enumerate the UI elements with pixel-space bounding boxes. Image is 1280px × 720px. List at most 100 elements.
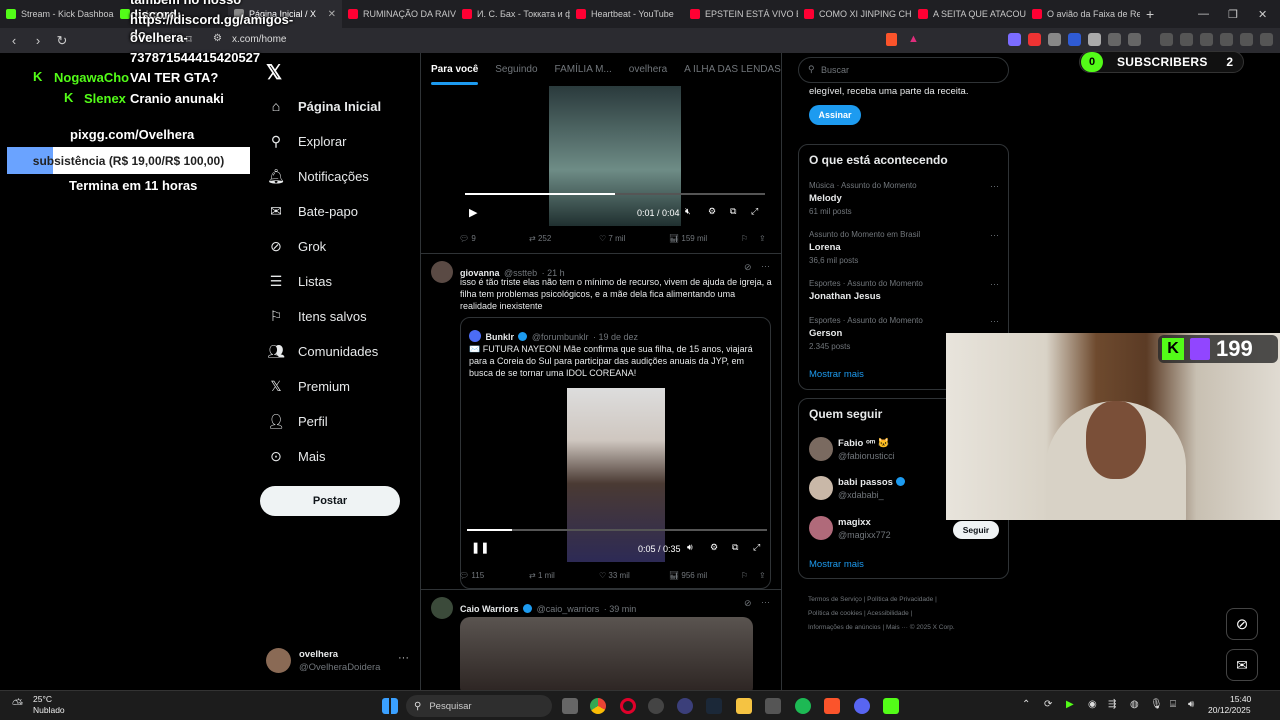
fullscreen-icon[interactable]: ⤢ [751, 206, 758, 217]
windows-start-icon[interactable] [382, 698, 398, 714]
more-icon[interactable]: ··· [990, 279, 999, 289]
share-icon[interactable]: ⇪ [759, 234, 766, 243]
tray-icon[interactable]: ◉ [1088, 699, 1097, 710]
tab-following[interactable]: Seguindo [495, 64, 537, 75]
video-progress[interactable] [465, 193, 765, 195]
footer-link[interactable]: Termos de Serviço [808, 596, 862, 603]
show-more-link[interactable]: Mostrar mais [809, 369, 864, 380]
views-button[interactable]: 📊︎ 159 mil [669, 234, 707, 243]
trend-item[interactable]: Esportes · Assunto do Momento Jonathan J… [809, 279, 999, 302]
settings-icon[interactable]: ⚙ [710, 542, 718, 553]
clock-time[interactable]: 15:40 [1230, 694, 1251, 704]
tab-ilha[interactable]: A ILHA DAS LENDAS [684, 64, 781, 75]
opera-icon[interactable] [620, 698, 636, 714]
nav-premium[interactable]: 𝕏 Premium [268, 378, 350, 394]
like-button[interactable]: ♡ 33 mil [599, 571, 630, 580]
post-image[interactable] [460, 617, 753, 690]
more-icon[interactable]: ··· [761, 597, 770, 607]
browser-tab[interactable]: RUMINAÇÃO DA RAIV [342, 0, 456, 28]
author-handle[interactable]: @caio_warriors [537, 604, 600, 614]
tab-familia[interactable]: FAMÍLIA M... [555, 64, 612, 75]
browser-tab[interactable]: COMO XI JINPING CHI [798, 0, 912, 28]
fullscreen-icon[interactable]: ⤢ [753, 542, 760, 553]
pip-icon[interactable]: ⧉ [730, 206, 736, 217]
avatar[interactable] [431, 261, 453, 283]
browser-tab[interactable]: Heartbeat - YouTube [570, 0, 684, 28]
extension-icon[interactable] [1028, 33, 1041, 46]
extension-icon[interactable] [1068, 33, 1081, 46]
mute-icon[interactable]: 🔇︎ [685, 206, 691, 217]
footer-link[interactable]: Informações de anúncios [808, 624, 881, 631]
reply-button[interactable]: 💬︎ 115 [459, 571, 484, 580]
new-tab-icon[interactable]: + [1146, 6, 1154, 22]
menu-icon[interactable] [1260, 33, 1273, 46]
nav-notifications[interactable]: 🔔︎ Notificações [267, 168, 369, 184]
nav-bookmarks[interactable]: ⚐ Itens salvos [268, 308, 367, 324]
wallet-icon[interactable] [1200, 33, 1213, 46]
tray-chevron-icon[interactable]: ⌃ [1022, 699, 1030, 710]
nav-communities[interactable]: 👥︎ Comunidades [267, 343, 378, 359]
extension-icon[interactable] [1008, 33, 1021, 46]
share-icon[interactable]: ⇪ [759, 571, 766, 580]
extension-icon[interactable] [1088, 33, 1101, 46]
avatar[interactable] [431, 597, 453, 619]
chrome-icon[interactable] [590, 698, 606, 714]
video-progress[interactable] [467, 529, 767, 531]
more-icon[interactable]: ··· [761, 261, 770, 271]
quote-card[interactable]: Bunklr @forumbunklr · 19 de dez ✉️ FUTUR… [460, 317, 771, 589]
browser-tab[interactable]: O avião da Faixa de Re [1026, 0, 1140, 28]
task-view-icon[interactable] [562, 698, 578, 714]
sidebar-icon[interactable] [1180, 33, 1193, 46]
like-button[interactable]: ♡ 7 mil [599, 234, 625, 243]
media-icon[interactable] [1160, 33, 1173, 46]
post-time[interactable]: · 39 min [604, 604, 637, 614]
network-icon[interactable]: ⌸ [1170, 699, 1176, 710]
discord-icon[interactable] [854, 698, 870, 714]
repost-button[interactable]: ⇄ 1 mil [529, 571, 555, 580]
trend-item[interactable]: Música · Assunto do Momento Melody 61 mi… [809, 181, 999, 216]
obs-icon[interactable] [648, 698, 664, 714]
browser-tab[interactable]: A SEITA QUE ATACOU [912, 0, 1026, 28]
steam-icon[interactable] [706, 698, 722, 714]
tray-icon[interactable]: ▶ [1066, 699, 1074, 710]
extension-icon[interactable] [1048, 33, 1061, 46]
play-icon[interactable]: ▶ [469, 206, 477, 219]
file-explorer-icon[interactable] [736, 698, 752, 714]
nav-more[interactable]: ⊙ Mais [268, 448, 325, 464]
tab-for-you[interactable]: Para você [431, 64, 479, 85]
nav-grok[interactable]: ⊘ Grok [268, 238, 326, 254]
video-player[interactable]: ▶ 0:01 / 0:04 🔇︎ ⚙ ⧉ ⤢ [459, 86, 771, 226]
search-box[interactable]: ⚲ Buscar [798, 57, 1009, 83]
extension-icon[interactable] [1128, 33, 1141, 46]
tray-icon[interactable]: ◍ [1130, 699, 1139, 710]
grok-icon[interactable]: ⊘ [744, 598, 752, 609]
repost-button[interactable]: ⇄ 252 [529, 234, 551, 243]
extension-icon[interactable] [1108, 33, 1121, 46]
footer-link[interactable]: Acessibilidade [867, 610, 909, 617]
tray-icon[interactable]: ⇶ [1108, 699, 1116, 710]
views-button[interactable]: 📊︎ 956 mil [669, 571, 707, 580]
more-icon[interactable]: ··· [990, 230, 999, 240]
reply-button[interactable]: 💬︎ 9 [459, 234, 476, 243]
footer-link[interactable]: Política de cookies [808, 610, 862, 617]
nav-profile[interactable]: 👤︎ Perfil [267, 413, 328, 429]
leo-icon[interactable] [1220, 33, 1233, 46]
brave-rewards-icon[interactable]: ▲ [908, 33, 919, 45]
more-icon[interactable]: ··· [398, 652, 409, 664]
kick-app-icon[interactable] [883, 698, 899, 714]
messages-floating-button[interactable]: ✉ [1226, 649, 1258, 681]
minimize-icon[interactable]: — [1198, 8, 1209, 20]
app-icon[interactable] [677, 698, 693, 714]
follow-button[interactable]: Seguir [953, 521, 999, 539]
weather-icon[interactable]: ⛅︎ [12, 696, 23, 713]
close-tab-icon[interactable]: ✕ [328, 9, 336, 20]
vpn-icon[interactable] [1240, 33, 1253, 46]
trend-item[interactable]: Assunto do Momento em Brasil Lorena 36,6… [809, 230, 999, 265]
restore-icon[interactable]: ❐ [1228, 8, 1238, 21]
weather-temp[interactable]: 25°C [33, 694, 52, 704]
pip-icon[interactable]: ⧉ [732, 542, 738, 553]
footer-link[interactable]: Política de Privacidade [867, 596, 933, 603]
nav-explore[interactable]: ⚲ Explorar [268, 133, 347, 149]
author-name[interactable]: Caio Warriors [460, 604, 519, 614]
nav-messages[interactable]: ✉ Bate-papo [268, 203, 358, 219]
